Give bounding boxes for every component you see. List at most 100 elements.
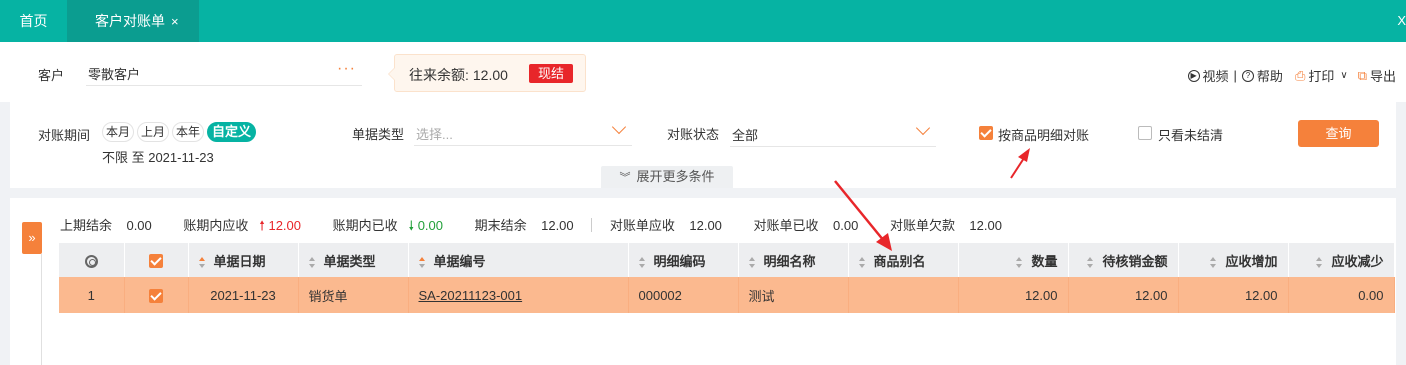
sort-icon: [858, 256, 866, 268]
customer-label: 客户: [38, 68, 65, 83]
sort-icon: [308, 256, 316, 268]
expand-conditions-button[interactable]: ︾ 展开更多条件: [601, 166, 733, 188]
col-header-alias[interactable]: 商品别名: [848, 243, 959, 277]
col-header-qty[interactable]: 数量: [958, 243, 1069, 277]
summary-value: 0.00: [417, 218, 444, 233]
customer-field[interactable]: 零散客户 ···: [86, 58, 362, 86]
summary-label: 对账单应收: [609, 218, 675, 233]
select-all-checkbox[interactable]: [124, 243, 189, 277]
balance-label: 往来余额:: [409, 67, 469, 83]
date-range[interactable]: 不限 至 2021-11-23: [102, 147, 214, 166]
summary-value: 12.00: [969, 218, 1002, 233]
balance-text: 往来余额: 12.00: [409, 65, 508, 85]
doc-type-label: 单据类型: [352, 127, 405, 142]
more-icon[interactable]: ···: [337, 60, 356, 78]
doc-type-select[interactable]: 选择...: [414, 118, 632, 146]
col-header-detail-code[interactable]: 明细编码: [628, 243, 739, 277]
col-header-increase-label: 应收增加: [1225, 253, 1278, 269]
cell-pending: 12.00: [1068, 277, 1179, 313]
expand-conditions-label: 展开更多条件: [636, 169, 715, 184]
help-icon: ?: [1241, 69, 1254, 82]
unsettled-checkbox[interactable]: [1138, 126, 1152, 140]
summary-label: 上期结余: [60, 218, 113, 233]
period-this-year[interactable]: 本年: [172, 122, 205, 142]
table-header: 单据日期 单据类型 单据编号 明细编码 明细名称 商品别名 数量 待核销金额 应…: [59, 243, 1395, 277]
statement-panel: » 上期结余 0.00 账期内应收 🠕 12.00 账期内已收 🠗 0.00 期…: [10, 198, 1396, 365]
period-this-month[interactable]: 本月: [102, 122, 135, 142]
double-chevron-down-icon: ︾: [619, 172, 631, 184]
printer-icon: ⎙: [1294, 67, 1306, 83]
unsettled-label[interactable]: 只看未结清: [1158, 125, 1223, 144]
cell-type: 销货单: [298, 277, 409, 313]
double-chevron-right-icon[interactable]: »: [22, 222, 42, 254]
row-index: 1: [59, 277, 125, 313]
cell-decrease: 0.00: [1288, 277, 1395, 313]
summary-label: 期末结余: [474, 218, 527, 233]
period-last-month[interactable]: 上月: [137, 122, 170, 142]
tab-customer-statement[interactable]: 客户对账单 ×: [67, 0, 199, 42]
sort-icon: [638, 256, 646, 268]
col-header-detail-name-label: 明细名称: [763, 253, 816, 269]
cell-detail-name: 测试: [738, 277, 849, 313]
status-label: 对账状态: [667, 127, 720, 142]
table-row[interactable]: 1 2021-11-23 销货单 SA-20211123-001 000002 …: [59, 277, 1395, 313]
summary-divider: [591, 218, 593, 232]
filter-panel: 对账期间 本月 上月 本年 自定义 不限 至 2021-11-23 单据类型 选…: [10, 102, 1396, 188]
col-header-increase[interactable]: 应收增加: [1178, 243, 1289, 277]
print-label: 打印: [1308, 69, 1335, 84]
col-header-detail-name[interactable]: 明细名称: [738, 243, 849, 277]
summary-value: 0.00: [833, 218, 859, 233]
close-all-icon[interactable]: X: [1390, 0, 1406, 42]
summary-label: 账期内应收: [183, 218, 249, 233]
checkbox-checked-icon: [149, 288, 163, 303]
tab-bar: 首页 客户对账单 × X: [0, 0, 1406, 42]
help-button[interactable]: ? 帮助: [1241, 66, 1283, 85]
chevron-down-icon: [611, 119, 627, 135]
video-button[interactable]: ▶ 视频: [1187, 66, 1229, 85]
row-checkbox[interactable]: [124, 277, 189, 313]
status-value: 全部: [732, 128, 759, 143]
summary-value: 12.00: [268, 218, 302, 233]
col-header-number-label: 单据编号: [433, 253, 486, 269]
col-header-date[interactable]: 单据日期: [188, 243, 299, 277]
print-button[interactable]: ⎙ 打印 ∨: [1295, 66, 1358, 85]
tab-customer-statement-label: 客户对账单: [95, 13, 165, 29]
settle-badge[interactable]: 现结: [529, 64, 573, 83]
col-header-detail-code-label: 明细编码: [653, 253, 706, 269]
col-header-pending[interactable]: 待核销金额: [1068, 243, 1179, 277]
query-button[interactable]: 查询: [1298, 120, 1379, 147]
by-product-checkbox[interactable]: [979, 126, 993, 140]
video-label: 视频: [1202, 69, 1229, 84]
cell-increase: 12.00: [1178, 277, 1289, 313]
by-product-label[interactable]: 按商品明细对账: [998, 125, 1089, 144]
col-header-number[interactable]: 单据编号: [408, 243, 629, 277]
col-header-decrease[interactable]: 应收减少: [1288, 243, 1395, 277]
tab-home[interactable]: 首页: [0, 0, 67, 42]
export-icon: ⧉: [1357, 67, 1367, 83]
status-select[interactable]: 全部: [730, 119, 936, 147]
period-custom[interactable]: 自定义: [207, 122, 257, 142]
col-header-qty-label: 数量: [1031, 253, 1058, 269]
export-button[interactable]: ⧉ 导出: [1358, 66, 1396, 85]
toolbar-separator: |: [1233, 68, 1237, 83]
toolbar: ▶ 视频 | ? 帮助 ⎙ 打印 ∨ ⧉ 导出: [1187, 66, 1396, 85]
chevron-down-icon[interactable]: ∨: [1340, 70, 1347, 81]
col-header-type[interactable]: 单据类型: [298, 243, 409, 277]
sort-icon: [1016, 256, 1023, 268]
col-header-decrease-label: 应收减少: [1331, 253, 1384, 269]
checkbox-checked-icon: [149, 253, 163, 268]
close-icon[interactable]: ×: [171, 14, 179, 29]
doc-number-link[interactable]: SA-20211123-001: [419, 288, 523, 303]
sort-icon: [198, 256, 206, 268]
export-label: 导出: [1369, 69, 1396, 84]
sort-icon: [1316, 256, 1323, 268]
column-settings[interactable]: [59, 243, 125, 277]
cell-qty: 12.00: [958, 277, 1069, 313]
help-label: 帮助: [1256, 69, 1283, 84]
cell-detail-code: 000002: [628, 277, 739, 313]
sort-icon: [418, 256, 426, 268]
summary-bar: 上期结余 0.00 账期内应收 🠕 12.00 账期内已收 🠗 0.00 期末结…: [60, 215, 1002, 239]
cell-date: 2021-11-23: [188, 277, 299, 313]
cell-number: SA-20211123-001: [408, 277, 629, 313]
doc-type-placeholder: 选择...: [416, 127, 453, 142]
